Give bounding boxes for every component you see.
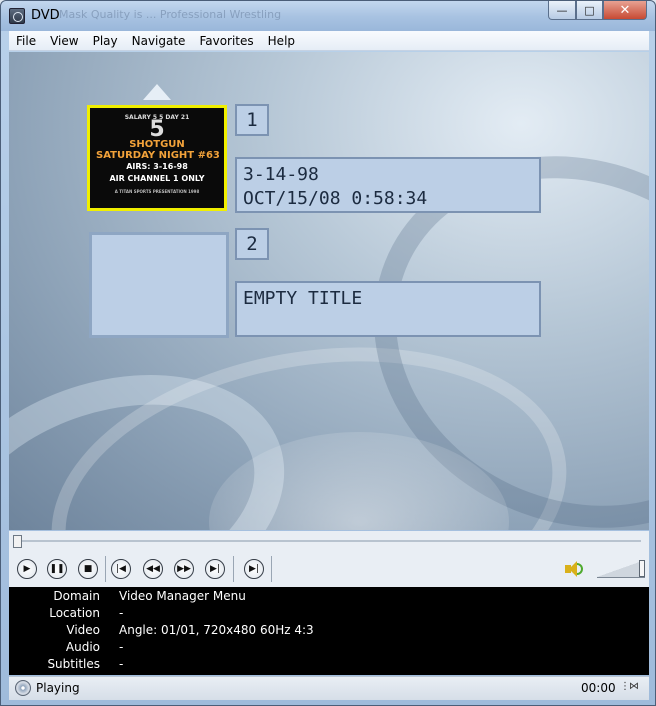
status-value: - [119, 606, 124, 620]
status-row-subtitles: Subtitles - [9, 656, 649, 673]
menu-help[interactable]: Help [261, 31, 302, 51]
stop-button[interactable]: ■ [78, 559, 98, 579]
pause-button[interactable]: ❚❚ [47, 559, 67, 579]
maximize-button[interactable]: □ [576, 1, 603, 20]
title-2-number[interactable]: 2 [235, 228, 269, 260]
title-1-timestamp: OCT/15/08 0:58:34 [243, 188, 428, 209]
next-button[interactable]: ▶| [205, 559, 225, 579]
elapsed-time: 00:00 [581, 681, 616, 695]
speaker-icon[interactable] [563, 559, 583, 579]
thumbnail-episode: SATURDAY NIGHT #63 [96, 150, 220, 161]
volume-slider[interactable] [597, 560, 645, 578]
status-row-location: Location - [9, 605, 649, 622]
fast-forward-icon: ▶▶ [177, 563, 191, 574]
menu-file[interactable]: File [9, 31, 43, 51]
speaker-cone [569, 561, 577, 577]
step-frame-button[interactable]: ▶| [244, 559, 264, 579]
rewind-button[interactable]: ◀◀ [143, 559, 163, 579]
menu-view[interactable]: View [43, 31, 85, 51]
previous-button[interactable]: |◀ [111, 559, 131, 579]
close-button[interactable]: ✕ [603, 1, 647, 20]
stop-icon: ■ [83, 563, 93, 574]
minimize-icon: — [556, 3, 568, 17]
title-1-thumbnail[interactable]: SALARY 5 5 DAY 21 5 SHOTGUN SATURDAY NIG… [87, 105, 227, 211]
play-button[interactable]: ▶ [17, 559, 37, 579]
step-icon: ▶| [249, 563, 259, 574]
toolbar-separator [233, 556, 234, 582]
menu-play[interactable]: Play [86, 31, 125, 51]
thumbnail-air-date: AIRS: 3-16-98 [126, 162, 188, 171]
playback-status: Playing [36, 681, 80, 695]
dvd-app-icon [9, 8, 25, 24]
play-icon: ▶ [23, 563, 31, 574]
title-2-thumbnail[interactable] [89, 232, 229, 338]
status-value: Angle: 01/01, 720x480 60Hz 4:3 [119, 623, 314, 637]
rewind-icon: ◀◀ [146, 563, 160, 574]
pause-icon: ❚❚ [49, 563, 65, 574]
minimize-button[interactable]: — [548, 1, 576, 20]
seek-thumb[interactable] [13, 535, 22, 548]
video-area[interactable]: SALARY 5 5 DAY 21 5 SHOTGUN SATURDAY NIG… [9, 52, 649, 530]
toolbar-separator [105, 556, 106, 582]
status-value: - [119, 640, 124, 654]
menu-bar: File View Play Navigate Favorites Help [9, 31, 649, 51]
window-title: DVD [31, 8, 60, 23]
seek-bar[interactable] [9, 531, 649, 551]
status-value: - [119, 657, 124, 671]
status-info-panel: Domain Video Manager Menu Location - Vid… [9, 587, 649, 675]
status-label: Location [49, 606, 100, 620]
fast-forward-button[interactable]: ▶▶ [174, 559, 194, 579]
menu-favorites[interactable]: Favorites [192, 31, 260, 51]
status-value: Video Manager Menu [119, 589, 246, 603]
menu-navigate[interactable]: Navigate [125, 31, 193, 51]
status-row-domain: Domain Video Manager Menu [9, 588, 649, 605]
close-icon: ✕ [619, 2, 631, 18]
title-1-number[interactable]: 1 [235, 104, 269, 136]
status-row-audio: Audio - [9, 639, 649, 656]
skip-back-icon: |◀ [116, 563, 126, 574]
dvd-player-window: DVD Mask Quality is ... Professional Wre… [0, 0, 656, 706]
speaker-wave [577, 563, 583, 575]
status-label: Audio [65, 640, 100, 654]
title-1-date: 3-14-98 [243, 164, 319, 185]
status-label: Subtitles [47, 657, 100, 671]
title-2-info[interactable]: EMPTY TITLE [235, 281, 541, 337]
thumbnail-channel: AIR CHANNEL 1 ONLY [109, 174, 205, 183]
status-label: Video [66, 623, 100, 637]
thumbnail-show-name: SHOTGUN [129, 139, 185, 150]
title-bar[interactable]: DVD Mask Quality is ... Professional Wre… [1, 1, 655, 31]
status-bar: Playing 00:00 ⋮⋈ [9, 676, 649, 700]
status-row-video: Video Angle: 01/01, 720x480 60Hz 4:3 [9, 622, 649, 639]
toolbar-separator [271, 556, 272, 582]
resize-grip-icon[interactable]: ⋮⋈ [620, 681, 642, 695]
playback-controls: ▶ ❚❚ ■ |◀ ◀◀ ▶▶ ▶| ▶| [9, 551, 649, 587]
thumbnail-big-number: 5 [149, 117, 165, 142]
status-label: Domain [53, 589, 100, 603]
thumbnail-card: SALARY 5 5 DAY 21 5 SHOTGUN SATURDAY NIG… [96, 114, 220, 202]
seek-track[interactable] [13, 540, 641, 542]
volume-track [597, 560, 645, 578]
title-2-name: EMPTY TITLE [243, 288, 363, 309]
title-ghost-text: Mask Quality is ... Professional Wrestli… [59, 8, 282, 21]
scroll-up-arrow-icon[interactable] [143, 84, 171, 100]
title-1-info[interactable]: 3-14-98 OCT/15/08 0:58:34 [235, 157, 541, 213]
disc-icon [15, 680, 31, 696]
maximize-icon: □ [584, 3, 595, 17]
thumbnail-credit: A TITAN SPORTS PRESENTATION 1998 [114, 189, 200, 194]
volume-thumb[interactable] [639, 560, 645, 577]
skip-forward-icon: ▶| [210, 563, 220, 574]
